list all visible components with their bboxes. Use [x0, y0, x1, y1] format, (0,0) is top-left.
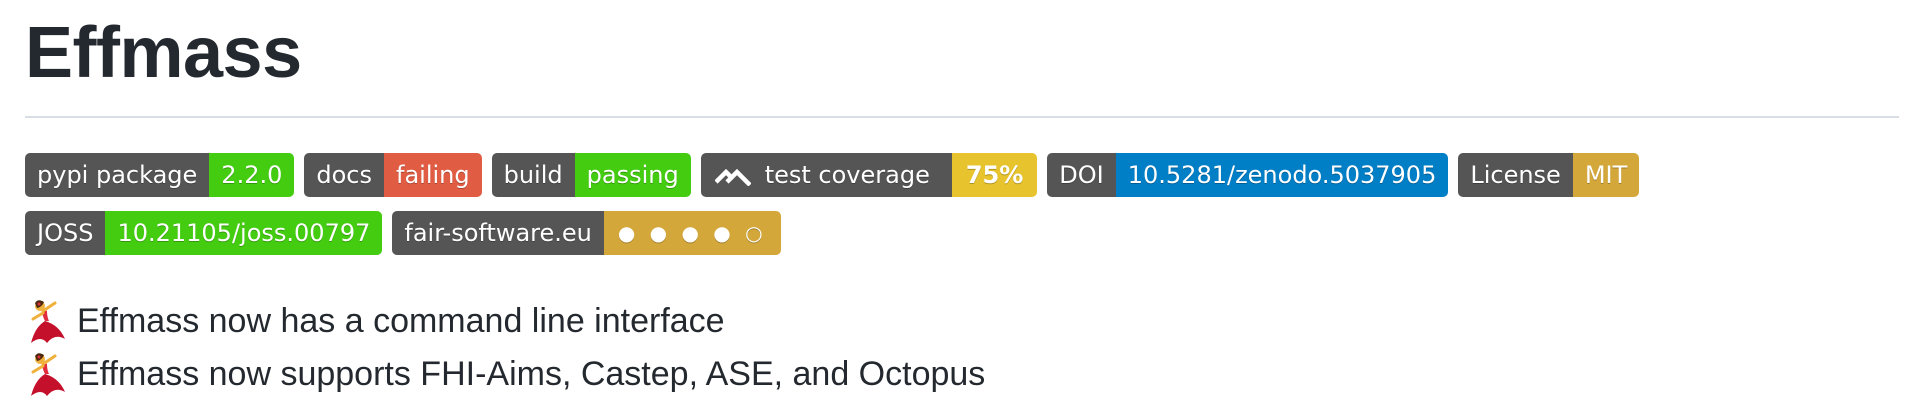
badge-value: 10.5281/zenodo.5037905 — [1115, 153, 1449, 197]
badge-value: MIT — [1572, 153, 1640, 197]
docs-badge[interactable]: docs failing — [304, 153, 482, 197]
dancer-emoji-icon — [31, 299, 65, 343]
joss-badge[interactable]: JOSS 10.21105/joss.00797 — [25, 211, 383, 255]
badge-row-2: JOSS 10.21105/joss.00797 fair-software.e… — [25, 211, 1899, 255]
fair-software-badge[interactable]: fair-software.eu ● ● ● ● ○ — [392, 211, 781, 255]
dancer-emoji-icon — [31, 352, 65, 396]
badge-value: 75% — [951, 153, 1038, 197]
title-divider — [25, 116, 1899, 118]
announcement-text: Effmass now has a command line interface — [77, 302, 725, 340]
announcement-text: Effmass now supports FHI-Aims, Castep, A… — [77, 355, 986, 393]
license-badge[interactable]: License MIT — [1458, 153, 1640, 197]
coverage-badge[interactable]: test coverage 75% — [700, 153, 1038, 197]
badge-label: test coverage — [764, 161, 930, 189]
announcement-list: Effmass now has a command line interface… — [25, 295, 1895, 401]
badge-value: 10.21105/joss.00797 — [105, 211, 383, 255]
badge-label: License — [1458, 153, 1573, 197]
fair-score-dots: ● ● ● ● ○ — [603, 211, 781, 255]
badge-value: passing — [574, 153, 691, 197]
badge-value: 2.2.0 — [209, 153, 295, 197]
badge-label: fair-software.eu — [392, 211, 604, 255]
badge-row-1: pypi package 2.2.0 docs failing build pa… — [25, 153, 1899, 197]
badge-label: docs — [304, 153, 384, 197]
readme-page: Effmass pypi package 2.2.0 docs failing … — [0, 0, 1920, 414]
doi-badge[interactable]: DOI 10.5281/zenodo.5037905 — [1047, 153, 1449, 197]
list-item: Effmass now supports FHI-Aims, Castep, A… — [25, 348, 1895, 401]
badge-label: pypi package — [25, 153, 210, 197]
badge-label: build — [491, 153, 575, 197]
codeclimate-icon — [714, 168, 751, 186]
badge-area: pypi package 2.2.0 docs failing build pa… — [25, 153, 1899, 255]
list-item: Effmass now has a command line interface — [25, 295, 1895, 348]
build-badge[interactable]: build passing — [491, 153, 691, 197]
badge-label: JOSS — [25, 211, 106, 255]
pypi-badge[interactable]: pypi package 2.2.0 — [25, 153, 295, 197]
badge-value: failing — [384, 153, 482, 197]
page-title: Effmass — [25, 13, 302, 93]
badge-label-wrap: test coverage — [700, 153, 952, 197]
badge-label: DOI — [1047, 153, 1116, 197]
